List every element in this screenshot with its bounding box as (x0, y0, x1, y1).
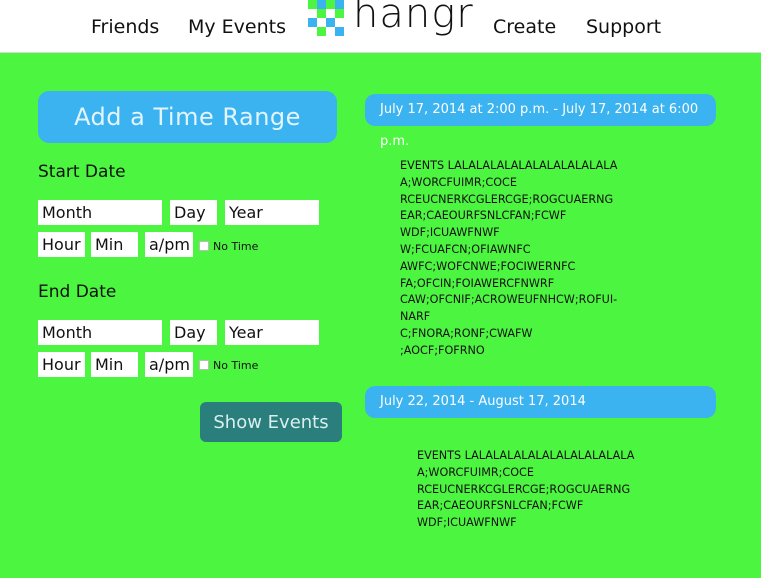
end-min-field[interactable]: Min (91, 352, 138, 377)
event-line: EAR;CAEOURFSNLCFAN;FCWF (400, 209, 567, 223)
start-no-time-label: No Time (213, 240, 259, 253)
event-line: EVENTS LALALALALALALALALALALALA (417, 449, 635, 462)
logo-square (317, 9, 326, 18)
events-list: EVENTS LALALALALALALALALALALALA A;WORCFU… (417, 448, 634, 532)
nav-create[interactable]: Create (493, 16, 556, 38)
start-hour-field[interactable]: Hour (38, 232, 85, 257)
logo-square (317, 0, 326, 9)
add-time-range-button[interactable]: Add a Time Range (38, 91, 337, 143)
logo-square (335, 0, 344, 9)
end-ampm-field[interactable]: a/pm (145, 352, 193, 377)
event-line: FA;OFCIN;FOIAWERCFNWRF (400, 276, 555, 290)
events-list: EVENTS LALALALALALALALALALALALA A;WORCFU… (400, 158, 617, 360)
logo-square (335, 27, 344, 36)
time-range-pill[interactable]: July 17, 2014 at 2:00 p.m. - July 17, 20… (365, 94, 716, 149)
event-line: EVENTS LALALALALALALALALALALALA (400, 159, 618, 172)
event-line: ;AOCF;FOFRNO (400, 343, 485, 357)
logo-square (308, 0, 317, 9)
show-events-button[interactable]: Show Events (200, 402, 342, 442)
start-min-field[interactable]: Min (91, 232, 138, 257)
event-line: A;WORCFUIMR;COCE (400, 175, 517, 189)
end-no-time-label: No Time (213, 359, 259, 372)
nav-support[interactable]: Support (586, 16, 661, 38)
end-no-time-checkbox[interactable] (199, 360, 209, 370)
time-range-pill[interactable]: July 22, 2014 - August 17, 2014 (365, 386, 716, 418)
logo-square (308, 18, 317, 27)
top-nav-bar: Friends My Events hangr Create Support (0, 0, 761, 53)
start-day-field[interactable]: Day (170, 200, 217, 225)
nav-my-events[interactable]: My Events (188, 16, 286, 38)
event-line: WDF;ICUAWFNWF (417, 516, 517, 530)
start-date-label: Start Date (38, 162, 126, 182)
logo-square (335, 9, 344, 18)
start-ampm-field[interactable]: a/pm (145, 232, 193, 257)
logo-square (326, 18, 335, 27)
end-date-label: End Date (38, 282, 117, 302)
event-line: C;FNORA;RONF;CWAFW (400, 326, 533, 340)
end-year-field[interactable]: Year (225, 320, 319, 345)
event-line: CAW;OFCNIF;ACROWEUFNHCW;ROFUI- (400, 293, 618, 307)
end-day-field[interactable]: Day (170, 320, 217, 345)
event-line: WDF;ICUAWFNWF (400, 226, 500, 240)
nav-friends[interactable]: Friends (91, 16, 159, 38)
logo-square (317, 27, 326, 36)
end-hour-field[interactable]: Hour (38, 352, 85, 377)
event-line: A;WORCFUIMR;COCE (417, 465, 534, 479)
event-line: EAR;CAEOURFSNLCFAN;FCWF (417, 499, 584, 513)
start-year-field[interactable]: Year (225, 200, 319, 225)
start-no-time-checkbox[interactable] (199, 241, 209, 251)
event-line: AWFC;WOFCNWE;FOCIWERNFC (400, 259, 576, 273)
start-month-field[interactable]: Month (38, 200, 162, 225)
logo-square (326, 0, 335, 9)
hangr-logo[interactable]: hangr (308, 0, 473, 42)
event-line: NARF (400, 310, 431, 324)
event-line: W;FCUAFCN;OFIAWNFC (400, 242, 531, 256)
end-month-field[interactable]: Month (38, 320, 162, 345)
logo-wordmark: hangr (353, 0, 474, 37)
event-line: RCEUCNERKCGLERCGE;ROGCUAERNG (417, 482, 631, 496)
event-line: RCEUCNERKCGLERCGE;ROGCUAERNG (400, 192, 614, 206)
